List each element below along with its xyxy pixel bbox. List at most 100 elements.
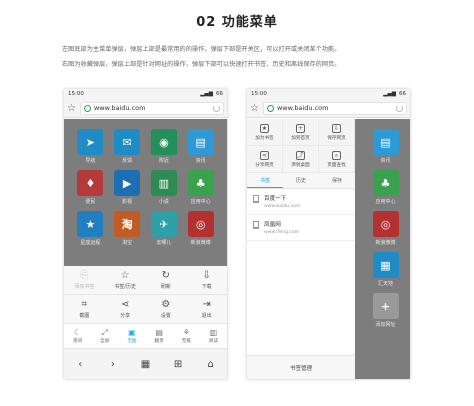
favorite-action-button[interactable]: ★ 加为书签 bbox=[247, 119, 283, 146]
site-icon: ▤ bbox=[187, 129, 214, 155]
manage-bookmarks-button[interactable]: 书签管理 bbox=[247, 355, 355, 379]
address-input[interactable]: www.baidu.com bbox=[262, 101, 407, 115]
site-label: 星座运程 bbox=[80, 240, 101, 246]
nav-forward-icon[interactable]: › bbox=[97, 359, 130, 370]
menu-action-label: 书签/历史 bbox=[114, 283, 136, 290]
site-icon: ▥ bbox=[150, 170, 177, 196]
favorite-action-button[interactable]: ⌕ 页面查找 bbox=[319, 146, 355, 173]
favorite-action-label: 保存网页 bbox=[327, 135, 346, 141]
favorite-action-button[interactable]: + 加到首页 bbox=[283, 119, 319, 146]
site-icon: ✈ bbox=[150, 211, 177, 237]
site-tile[interactable]: ♣ 应用中心 bbox=[365, 170, 406, 211]
url-bar: ☆ www.baidu.com bbox=[64, 99, 227, 118]
url-bar: ☆ www.baidu.com bbox=[247, 99, 410, 118]
site-tile[interactable]: ♦ 便民 bbox=[72, 170, 109, 211]
site-icon: ♦ bbox=[77, 170, 104, 196]
favorite-action-icon: + bbox=[296, 123, 305, 133]
mode-toggle-button[interactable]: ⚘ 无痕 bbox=[173, 324, 200, 348]
site-tile[interactable]: ▦ 汇天地 bbox=[365, 252, 406, 293]
site-label: 便民 bbox=[85, 199, 96, 205]
bookmark-star-icon[interactable]: ☆ bbox=[250, 103, 259, 114]
site-icon: 淘 bbox=[114, 211, 141, 237]
menu-action-button[interactable]: ⚙ 设置 bbox=[146, 295, 187, 323]
mode-toggle-label: 无图 bbox=[127, 338, 137, 344]
favorite-action-label: 页面查找 bbox=[327, 162, 346, 168]
status-bar: 15:00 ▂▄▆ 66 bbox=[247, 89, 410, 99]
site-label: 小说 bbox=[158, 199, 169, 205]
mode-toggle-button[interactable]: ☾ 夜间 bbox=[64, 324, 91, 348]
bookmark-item[interactable]: 凤凰网 www.ifeng.com bbox=[247, 215, 355, 241]
bookmark-star-icon[interactable]: ☆ bbox=[67, 103, 76, 114]
mode-toggle-button[interactable]: ⤢ 全屏 bbox=[91, 324, 118, 348]
site-tile[interactable]: 淘淘宝 bbox=[109, 211, 146, 252]
nav-tabs-icon[interactable]: ▦ bbox=[129, 359, 162, 370]
favorite-tabs: 书签 历史 保存 bbox=[247, 173, 355, 189]
site-label: 应用中心 bbox=[375, 199, 396, 205]
site-label: 反馈 bbox=[122, 158, 133, 164]
bookmark-item[interactable]: 百度一下 www.baidu.com bbox=[247, 189, 355, 215]
menu-action-label: 截图 bbox=[79, 312, 90, 319]
site-tile[interactable]: ▥ 小说 bbox=[146, 170, 183, 211]
menu-action-button[interactable]: ⎘ 添加书签 bbox=[64, 266, 105, 294]
favorite-action-button[interactable]: ⇩ 保存网页 bbox=[319, 119, 355, 146]
nav-add-icon[interactable]: ⊞ bbox=[162, 359, 195, 370]
refresh-icon[interactable] bbox=[213, 104, 220, 112]
mode-toggle-icon: ⚘ bbox=[182, 327, 190, 337]
mode-toggle-button[interactable]: ▤ 翻页 bbox=[146, 324, 173, 348]
site-tile[interactable]: ▶ 影视 bbox=[109, 170, 146, 211]
menu-action-label: 设置 bbox=[160, 312, 171, 319]
menu-action-label: 分享 bbox=[120, 312, 131, 319]
menu-actions-bottom: ⌗ 截图 ⋖ 分享 ⚙ 设置 ⇥ 退出 bbox=[64, 295, 227, 324]
site-icon: ➤ bbox=[77, 129, 104, 155]
site-icon: ▶ bbox=[114, 170, 141, 196]
status-time: 15:00 bbox=[68, 91, 84, 97]
tab-1[interactable]: 历史 bbox=[283, 173, 319, 188]
site-tile[interactable]: ▤ 资讯 bbox=[182, 129, 219, 170]
site-icon: + bbox=[372, 293, 399, 319]
menu-action-button[interactable]: ⌗ 截图 bbox=[64, 295, 105, 323]
site-tile[interactable]: ★ 星座运程 bbox=[72, 211, 109, 252]
menu-action-button[interactable]: ⇩ 下载 bbox=[186, 266, 227, 294]
site-icon: ✉ bbox=[114, 129, 141, 155]
menu-action-button[interactable]: ⇥ 退出 bbox=[186, 295, 227, 323]
nav-back-icon[interactable]: ‹ bbox=[64, 359, 97, 370]
mode-toggle-button[interactable]: ▣ 无图 bbox=[118, 324, 145, 348]
tab-0[interactable]: 书签 bbox=[247, 173, 283, 188]
site-tile[interactable]: ♣ 应用中心 bbox=[182, 170, 219, 211]
site-tile[interactable]: ◉ 附近 bbox=[146, 129, 183, 170]
site-label: 资讯 bbox=[195, 158, 206, 164]
tab-2[interactable]: 保存 bbox=[319, 173, 355, 188]
mode-toggle-label: 夜间 bbox=[72, 338, 83, 344]
menu-action-icon: ⋖ bbox=[120, 298, 130, 310]
site-label: 影视 bbox=[122, 199, 133, 205]
menu-action-icon: ☆ bbox=[120, 269, 130, 281]
site-tile[interactable]: ✉ 反馈 bbox=[109, 129, 146, 170]
address-input[interactable]: www.baidu.com bbox=[79, 101, 224, 115]
description-line-2: 右图为收藏弹层，弹层上部是针对网址的操作，弹层下部可以快速打开书签、历史和离线保… bbox=[62, 61, 341, 68]
site-label: 新浪微博 bbox=[190, 240, 211, 246]
favorite-action-label: 加为书签 bbox=[255, 135, 274, 141]
site-icon: ▦ bbox=[372, 252, 399, 278]
mode-toggle-button[interactable]: ▥ 阅读 bbox=[200, 324, 227, 348]
menu-action-icon: ↻ bbox=[161, 269, 171, 281]
site-tile[interactable]: ➤ 导航 bbox=[72, 129, 109, 170]
menu-action-label: 刷新 bbox=[160, 283, 171, 290]
bookmark-url: www.baidu.com bbox=[264, 204, 301, 209]
site-tile[interactable]: ◎ 新浪微博 bbox=[365, 211, 406, 252]
site-tile[interactable]: ◎ 新浪微博 bbox=[182, 211, 219, 252]
nav-home-icon[interactable]: ⌂ bbox=[194, 359, 227, 370]
battery-level: 66 bbox=[399, 91, 406, 97]
menu-action-button[interactable]: ☆ 书签/历史 bbox=[105, 266, 146, 294]
menu-action-button[interactable]: ↻ 刷新 bbox=[146, 266, 187, 294]
bookmark-icon bbox=[253, 221, 259, 229]
refresh-icon[interactable] bbox=[396, 104, 403, 112]
favorite-action-button[interactable]: ⤴ 添到桌面 bbox=[283, 146, 319, 173]
favorite-action-button[interactable]: ⋖ 分享网页 bbox=[247, 146, 283, 173]
menu-action-label: 下载 bbox=[201, 283, 212, 290]
menu-action-button[interactable]: ⋖ 分享 bbox=[105, 295, 146, 323]
site-tile[interactable]: + 添加网址 bbox=[365, 293, 406, 334]
site-label: 汇天地 bbox=[377, 281, 393, 287]
site-tile[interactable]: ✈ 去哪儿 bbox=[146, 211, 183, 252]
site-tile[interactable]: ▤ 资讯 bbox=[365, 129, 406, 170]
site-icon: ◎ bbox=[372, 211, 399, 237]
